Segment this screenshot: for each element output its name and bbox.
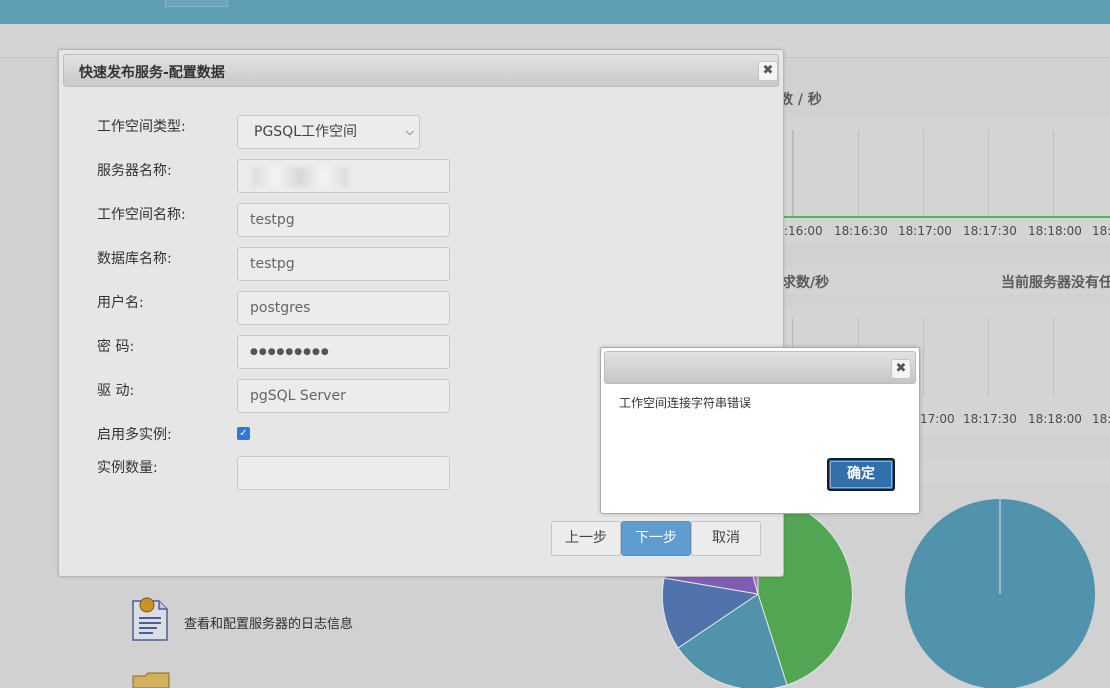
chevron-down-icon: ⌵: [405, 125, 414, 138]
multi-instance-label: 启用多实例:: [97, 427, 172, 443]
alert-close-button[interactable]: ✖: [891, 359, 911, 379]
password-input[interactable]: ●●●●●●●●●: [237, 335, 450, 369]
next-step-button[interactable]: 下一步: [621, 521, 691, 556]
password-label: 密 码:: [97, 339, 135, 355]
workspace-name-label: 工作空间名称:: [97, 207, 186, 223]
workspace-name-input[interactable]: testpg: [237, 203, 450, 237]
confirm-button-label: 确定: [830, 461, 892, 488]
workspace-type-value: PGSQL工作空间: [254, 124, 357, 140]
prev-step-button[interactable]: 上一步: [551, 521, 621, 556]
workspace-type-label: 工作空间类型:: [97, 119, 186, 135]
multi-instance-checkbox[interactable]: ✓: [237, 427, 250, 440]
dialog-titlebar[interactable]: 快速发布服务-配置数据 ✖: [63, 54, 779, 87]
dialog-close-button[interactable]: ✖: [758, 61, 778, 81]
workspace-type-select[interactable]: PGSQL工作空间 ⌵: [237, 115, 420, 149]
dialog-title: 快速发布服务-配置数据: [79, 65, 225, 81]
server-name-label: 服务器名称:: [97, 163, 172, 179]
driver-input[interactable]: pgSQL Server: [237, 379, 450, 413]
error-alert-dialog: ✖ 工作空间连接字符串错误 确定: [600, 347, 920, 514]
driver-label: 驱 动:: [97, 383, 135, 399]
instance-count-input[interactable]: [237, 456, 450, 490]
database-name-input[interactable]: testpg: [237, 247, 450, 281]
alert-message: 工作空间连接字符串错误: [619, 396, 752, 410]
username-input[interactable]: postgres: [237, 291, 450, 325]
instance-count-label: 实例数量:: [97, 460, 158, 476]
database-name-label: 数据库名称:: [97, 251, 172, 267]
redacted-value: [252, 167, 348, 187]
username-label: 用户名:: [97, 295, 144, 311]
server-name-input[interactable]: [237, 159, 450, 193]
cancel-button[interactable]: 取消: [691, 521, 761, 556]
alert-titlebar[interactable]: ✖: [604, 351, 916, 384]
confirm-button[interactable]: 确定: [827, 458, 895, 491]
